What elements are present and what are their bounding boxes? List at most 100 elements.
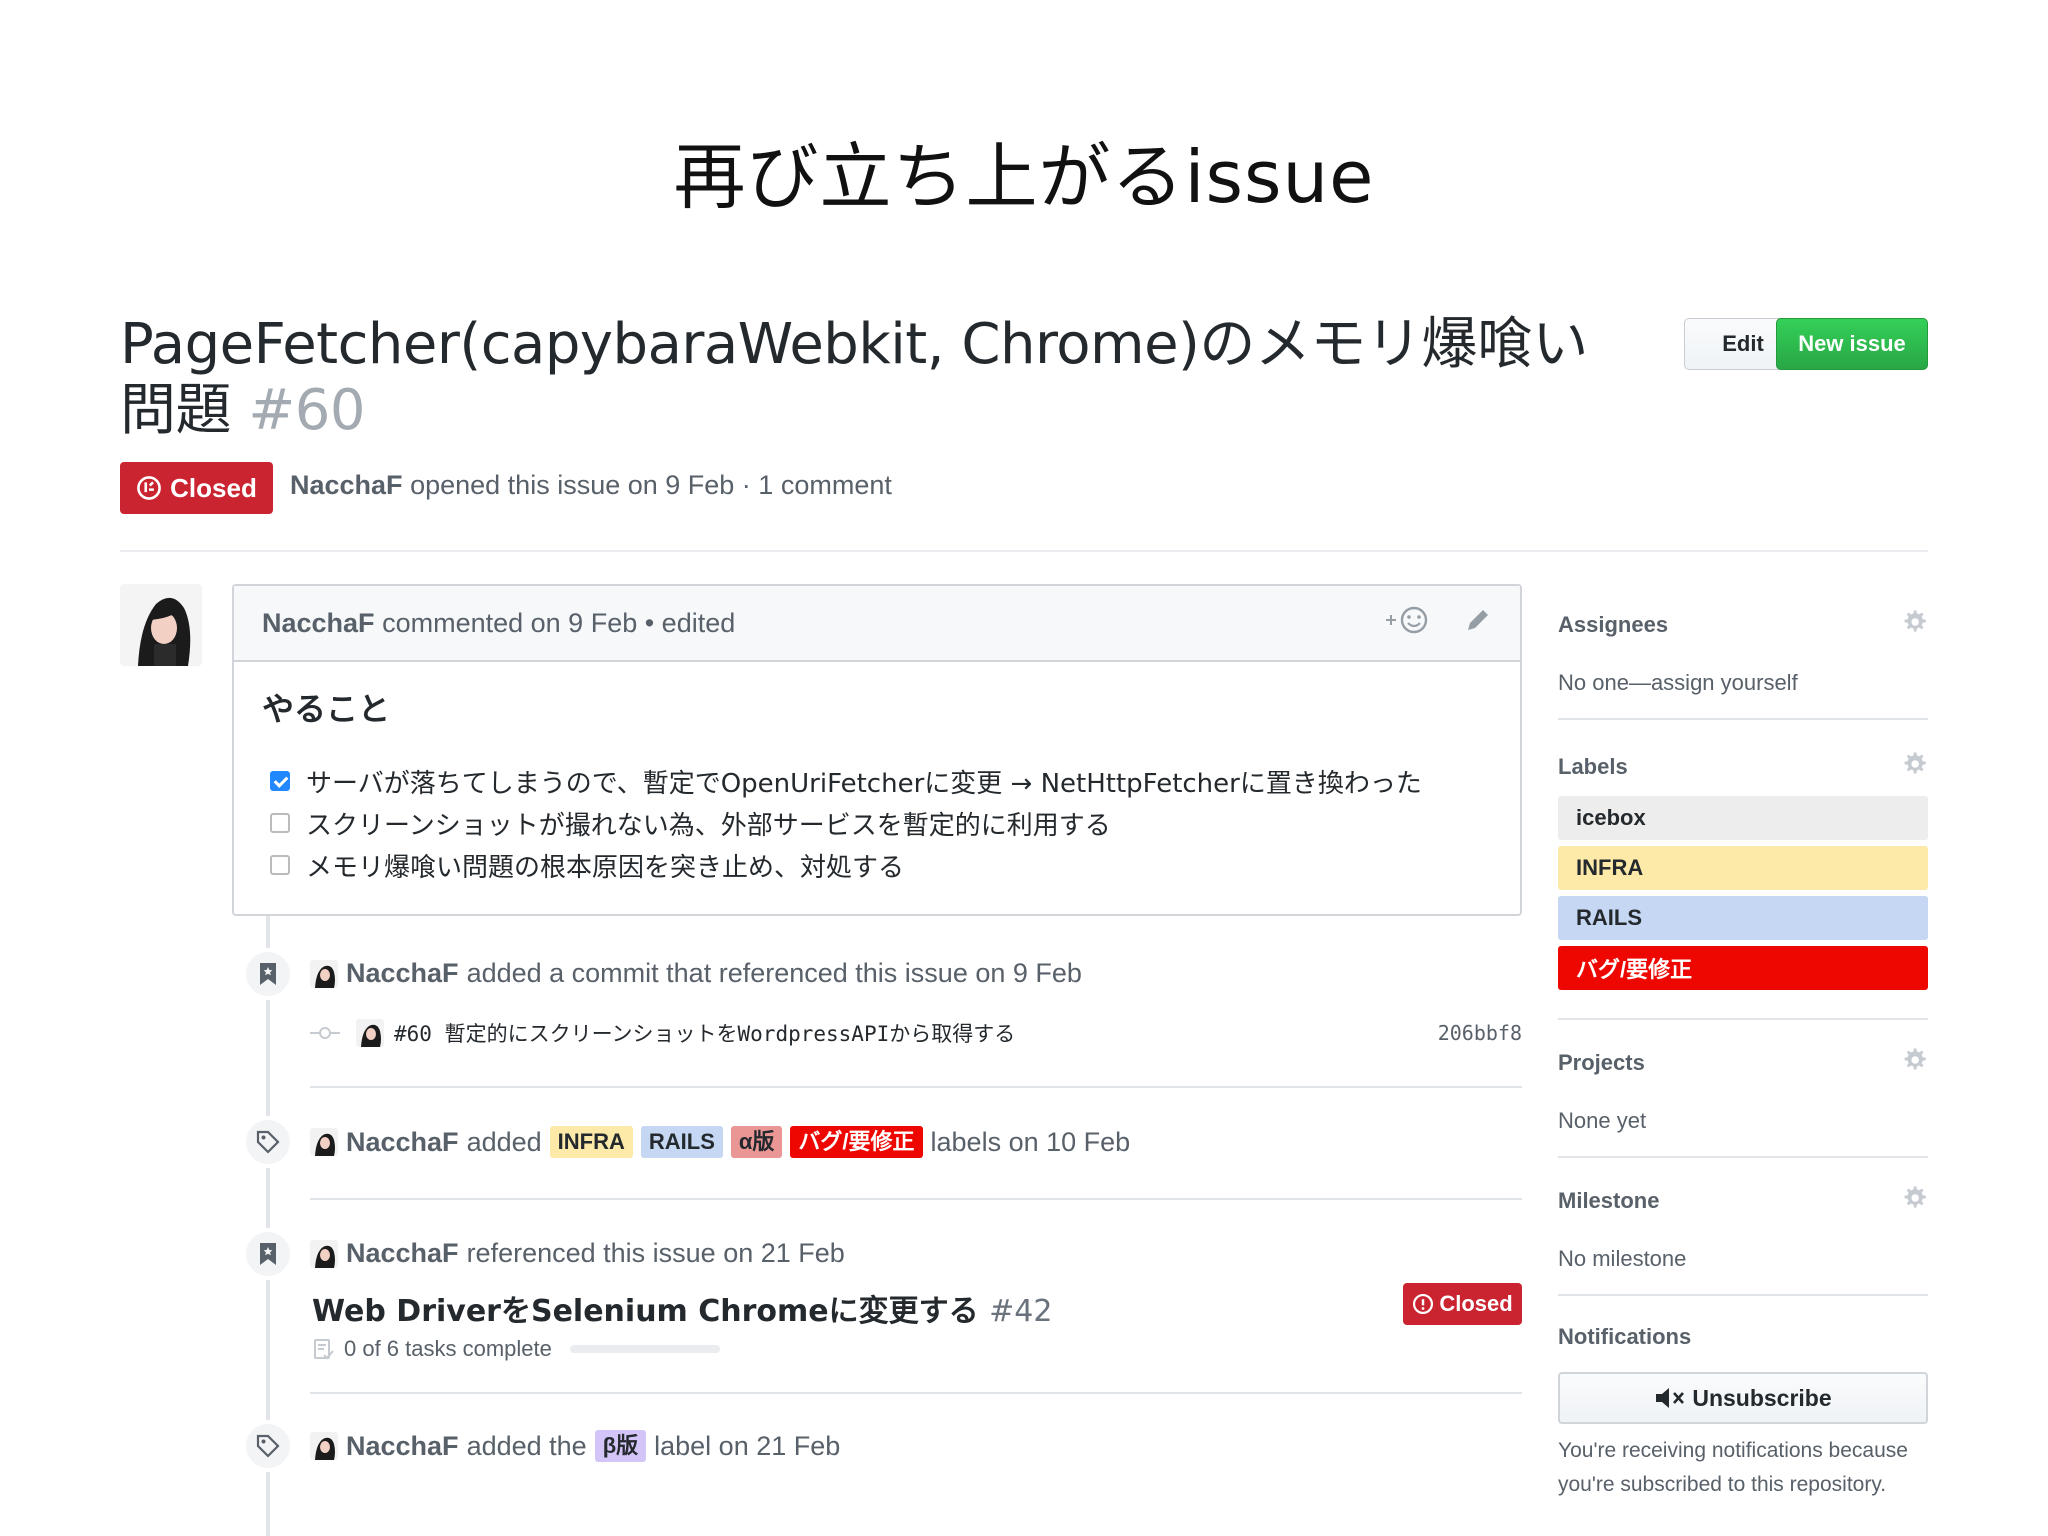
closed-issue-icon	[1413, 1293, 1434, 1315]
avatar[interactable]	[356, 1019, 384, 1047]
label-alpha[interactable]: α版	[730, 1126, 783, 1158]
task-checkbox[interactable]	[270, 855, 290, 875]
event-text: referenced this issue on 21 Feb	[466, 1238, 845, 1268]
labels-section: Labels	[1558, 750, 1928, 784]
commit-event: NacchaF added a commit that referenced t…	[310, 958, 1082, 989]
milestone-section: Milestone No milestone	[1558, 1184, 1928, 1272]
projects-section: Projects None yet	[1558, 1046, 1928, 1134]
unsubscribe-button[interactable]: Unsubscribe	[1558, 1372, 1928, 1424]
referenced-issue-title[interactable]: Web DriverをSelenium Chromeに変更する	[312, 1294, 979, 1329]
task-text: サーバが落ちてしまうので、暫定でOpenUriFetcherに変更 → NetH…	[306, 768, 1422, 799]
sidebar-label-rails[interactable]: RAILS	[1558, 896, 1928, 940]
event-author-link[interactable]: NacchaF	[346, 1127, 459, 1158]
timeline-divider	[310, 1086, 1522, 1088]
assignees-title: Assignees	[1558, 612, 1669, 637]
event-text: added a commit that referenced this issu…	[466, 958, 1082, 988]
issue-author-link[interactable]: NacchaF	[290, 470, 403, 500]
issue-state-badge: Closed	[120, 462, 273, 514]
referenced-issue-state-badge: Closed	[1403, 1283, 1522, 1325]
reference-event: NacchaF referenced this issue on 21 Feb	[310, 1238, 845, 1269]
commit-sha-link[interactable]: 206bbf8	[1438, 1021, 1522, 1045]
label-infra[interactable]: INFRA	[549, 1126, 633, 1158]
event-text: added the	[466, 1430, 587, 1461]
timeline-badge	[242, 1228, 294, 1280]
gear-icon[interactable]	[1900, 608, 1928, 642]
task-item: メモリ爆喰い問題の根本原因を突き止め、対処する	[262, 844, 1492, 886]
tag-icon	[256, 1130, 280, 1154]
closed-issue-icon	[137, 476, 162, 500]
avatar[interactable]	[310, 1128, 338, 1156]
labels-title: Labels	[1558, 754, 1628, 779]
assign-yourself-link[interactable]: No one—assign yourself	[1558, 670, 1928, 696]
event-author-link[interactable]: NacchaF	[346, 1238, 459, 1269]
task-checkbox[interactable]	[270, 813, 290, 833]
task-text: スクリーンショットが撮れない為、外部サービスを暫定的に利用する	[306, 810, 1111, 841]
commit-dot-icon	[310, 1027, 340, 1039]
event-text: added	[466, 1126, 542, 1157]
unsubscribe-label: Unsubscribe	[1692, 1384, 1832, 1411]
comment-box: NacchaF commented on 9 Feb • edited やること…	[232, 584, 1522, 916]
bookmark-icon	[260, 963, 276, 985]
label-rails[interactable]: RAILS	[640, 1126, 723, 1158]
issue-title: PageFetcher(capybaraWebkit, Chrome)のメモリ爆…	[120, 312, 1620, 444]
task-progress-bar	[569, 1345, 720, 1353]
label-beta[interactable]: β版	[594, 1430, 647, 1462]
sidebar-divider	[1558, 1294, 1928, 1296]
sidebar-label-bug[interactable]: バグ/要修正	[1558, 946, 1928, 990]
task-text: メモリ爆喰い問題の根本原因を突き止め、対処する	[306, 852, 905, 883]
notifications-title: Notifications	[1558, 1324, 1692, 1349]
sidebar-label-infra[interactable]: INFRA	[1558, 846, 1928, 890]
bookmark-icon	[260, 1243, 276, 1265]
commit-message-link[interactable]: #60 暫定的にスクリーンショットをWordpressAPIから取得する	[394, 1018, 1015, 1048]
gear-icon[interactable]	[1900, 1184, 1928, 1218]
label-bug[interactable]: バグ/要修正	[790, 1126, 923, 1158]
referenced-issue-link[interactable]: Web DriverをSelenium Chromeに変更する #42	[312, 1286, 1052, 1330]
new-issue-button[interactable]: New issue	[1776, 318, 1928, 370]
event-author-link[interactable]: NacchaF	[346, 1431, 459, 1462]
gear-icon[interactable]	[1900, 1046, 1928, 1080]
event-text: label on 21 Feb	[654, 1430, 841, 1461]
projects-value: None yet	[1558, 1108, 1647, 1133]
comment-body: やること サーバが落ちてしまうので、暫定でOpenUriFetcherに変更 →…	[234, 662, 1520, 908]
notifications-reason: You're receiving notifications because y…	[1558, 1439, 1908, 1496]
mute-icon	[1656, 1388, 1685, 1408]
issue-meta-text: opened this issue on 9 Feb · 1 comment	[410, 470, 892, 500]
milestone-value: No milestone	[1558, 1246, 1687, 1271]
checklist-icon	[314, 1339, 334, 1360]
referenced-issue-number: #42	[989, 1294, 1053, 1329]
gear-icon[interactable]	[1900, 750, 1928, 784]
issue-meta: NacchaF opened this issue on 9 Feb · 1 c…	[290, 470, 892, 501]
task-checkbox[interactable]	[270, 771, 290, 791]
timeline-badge	[242, 948, 294, 1000]
timeline-badge	[242, 1420, 294, 1472]
pencil-edit-icon[interactable]	[1464, 606, 1492, 641]
comment-author-link[interactable]: NacchaF	[262, 608, 375, 639]
avatar[interactable]	[310, 1239, 338, 1268]
labels-event: NacchaF added INFRA RAILS α版 バグ/要修正 labe…	[310, 1126, 1130, 1158]
timeline-divider	[310, 1198, 1522, 1200]
task-item: サーバが落ちてしまうので、暫定でOpenUriFetcherに変更 → NetH…	[262, 760, 1492, 802]
avatar[interactable]	[120, 584, 202, 666]
task-progress-text: 0 of 6 tasks complete	[344, 1336, 552, 1361]
event-author-link[interactable]: NacchaF	[346, 958, 459, 989]
sidebar-divider	[1558, 1018, 1928, 1020]
sidebar-label-icebox[interactable]: icebox	[1558, 796, 1928, 840]
timeline-divider	[310, 1392, 1522, 1394]
task-item: スクリーンショットが撮れない為、外部サービスを暫定的に利用する	[262, 802, 1492, 844]
commit-row: #60 暫定的にスクリーンショットをWordpressAPIから取得する 206…	[310, 1018, 1522, 1048]
comment-header: NacchaF commented on 9 Feb • edited	[234, 586, 1520, 662]
avatar[interactable]	[310, 959, 338, 988]
comment-heading: やること	[262, 690, 391, 728]
referenced-issue-state: Closed	[1439, 1291, 1513, 1316]
sidebar-divider	[1558, 1156, 1928, 1158]
add-reaction-icon[interactable]	[1384, 604, 1434, 643]
issue-number: #60	[248, 378, 365, 443]
notifications-section: Notifications	[1558, 1324, 1928, 1350]
projects-title: Projects	[1558, 1050, 1645, 1075]
sidebar-divider	[1558, 718, 1928, 720]
beta-label-event: NacchaF added the β版 label on 21 Feb	[310, 1430, 840, 1462]
comment-header-text: commented on 9 Feb • edited	[382, 607, 736, 638]
avatar[interactable]	[310, 1432, 338, 1460]
issue-state-label: Closed	[170, 472, 257, 503]
milestone-title: Milestone	[1558, 1188, 1660, 1213]
